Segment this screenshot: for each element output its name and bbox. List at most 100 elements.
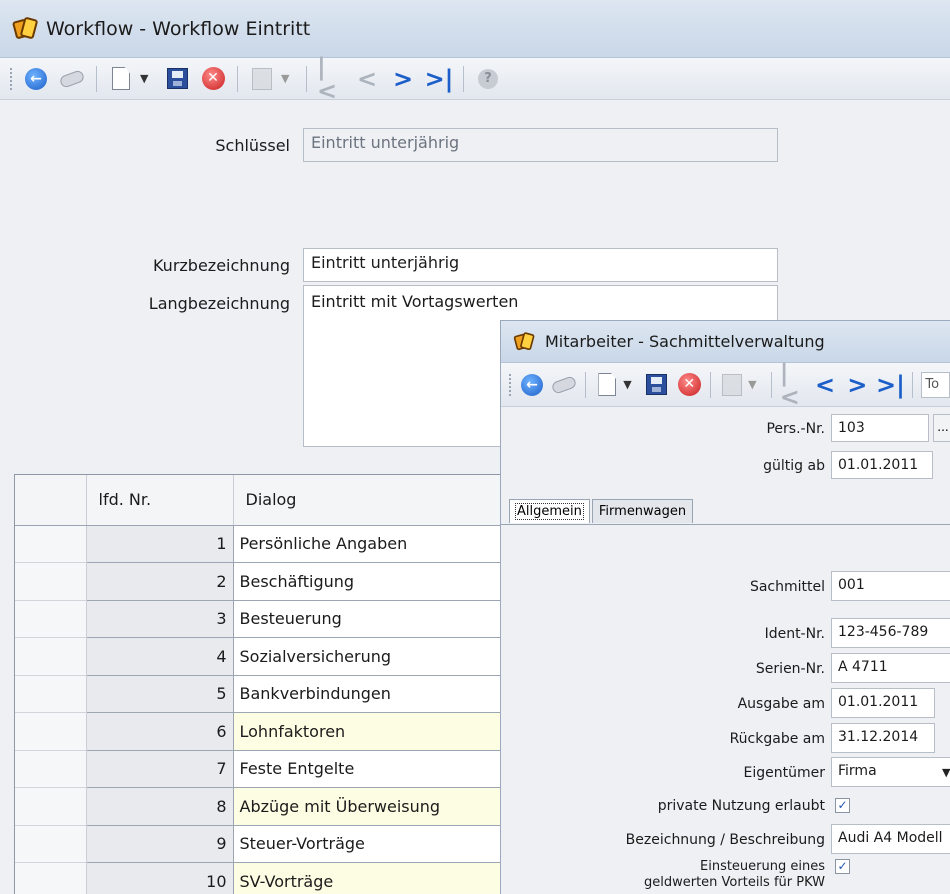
row-header[interactable] [15,637,87,676]
cancel-button[interactable]: ✕ [199,65,227,93]
first-record-button[interactable]: |< [317,55,345,103]
copy-button[interactable] [248,65,276,93]
help-icon: ? [478,68,498,89]
back-button[interactable]: ← [519,371,545,399]
copy-dropdown-button[interactable]: ▼ [281,65,296,93]
save-button[interactable] [644,371,670,399]
toolbar-separator [585,371,587,398]
save-disk-icon [646,374,668,395]
row-header[interactable] [15,825,87,863]
ausgabe-am-field[interactable]: 01.01.2011 [831,688,935,718]
gueltig-ab-label: gültig ab [763,458,825,474]
gueltig-ab-field[interactable]: 01.01.2011 [831,451,933,479]
toolbar-grip[interactable] [509,373,513,396]
app-icon [513,331,535,352]
row-nr-cell[interactable]: 5 [86,675,234,713]
schluessel-label: Schlüssel [215,136,290,155]
tab-allgemein[interactable]: Allgemein [509,499,590,523]
row-header[interactable] [15,562,87,601]
cancel-button[interactable]: ✕ [676,371,702,399]
column-header-nr[interactable]: lfd. Nr. [86,475,234,526]
help-button[interactable]: ? [474,65,502,93]
new-document-icon [598,373,617,396]
einsteuerung-label-line2: geldwerten Vorteils für PKW [643,875,825,890]
langbezeichnung-label: Langbezeichnung [148,294,290,313]
ident-nr-field[interactable]: 123-456-789 [831,618,950,648]
tab-firmenwagen-label: Firmenwagen [598,504,687,519]
new-dropdown-button[interactable]: ▼ [140,65,155,93]
row-header[interactable] [15,600,87,638]
toolbar-separator [770,371,772,398]
einsteuerung-checkbox[interactable]: ✓ [835,859,850,874]
row-header[interactable] [15,712,87,751]
row-header[interactable] [15,750,87,788]
tab-panel-allgemein: Sachmittel 001 Ident-Nr. 123-456-789 Ser… [501,524,950,894]
row-nr-cell[interactable]: 9 [86,825,234,863]
kurzbezeichnung-field[interactable]: Eintritt unterjährig [303,248,778,282]
erase-button[interactable] [550,371,578,399]
row-nr-cell[interactable]: 6 [86,712,234,751]
eigentuemer-select[interactable]: Firma ▼ [831,757,950,787]
row-nr-cell[interactable]: 3 [86,600,234,638]
tab-allgemein-label: Allgemein [515,503,584,520]
row-header[interactable] [15,862,87,894]
row-nr-cell[interactable]: 7 [86,750,234,788]
next-record-button[interactable]: > [389,65,417,93]
toolbar-separator [710,371,712,398]
bezeichnung-field[interactable]: Audi A4 Modell [831,824,950,854]
persnr-field[interactable]: 103 [831,414,929,442]
sachmittel-titlebar[interactable]: Mitarbeiter - Sachmittelverwaltung [501,321,950,363]
row-nr-cell[interactable]: 1 [86,525,234,563]
back-button[interactable]: ← [22,65,50,93]
back-arrow-icon: ← [521,373,543,396]
private-nutzung-label: private Nutzung erlaubt [657,798,825,814]
schluessel-field[interactable]: Eintritt unterjährig [303,128,778,162]
rueckgabe-am-field[interactable]: 31.12.2014 [831,723,935,753]
tab-firmenwagen[interactable]: Firmenwagen [591,499,694,523]
last-icon: >| [876,370,905,399]
sachmittel-field[interactable]: 001 [831,571,950,601]
serien-nr-field[interactable]: A 4711 [831,653,950,683]
save-button[interactable] [163,65,191,93]
workflow-titlebar[interactable]: Workflow - Workflow Eintritt [0,0,950,58]
private-nutzung-checkbox[interactable]: ✓ [835,798,850,813]
last-record-button[interactable]: >| [876,370,905,399]
row-header[interactable] [15,787,87,826]
previous-record-button[interactable]: < [353,65,381,93]
workflow-toolbar: ← ▼ ✕ ▼ |< < > >| ? [0,55,950,103]
einsteuerung-label: Einsteuerung eines geldwerten Vorteils f… [561,859,825,891]
row-nr-cell[interactable]: 8 [86,787,234,826]
ident-nr-label: Ident-Nr. [764,626,825,642]
next-record-button[interactable]: > [844,371,870,399]
grid-corner-header[interactable] [15,475,87,526]
toolbar-separator [463,65,464,92]
first-record-button[interactable]: |< [780,361,806,409]
previous-icon: < [815,370,836,399]
row-nr-cell[interactable]: 4 [86,637,234,676]
last-record-button[interactable]: >| [425,65,454,93]
eraser-icon [58,68,86,89]
first-icon: |< [317,52,338,105]
next-icon: > [392,64,414,93]
previous-record-button[interactable]: < [812,371,838,399]
row-header[interactable] [15,675,87,713]
erase-button[interactable] [58,65,86,93]
toolbar-grip[interactable] [10,67,14,90]
save-disk-icon [166,68,188,89]
cancel-icon: ✕ [677,373,701,396]
row-nr-cell[interactable]: 10 [86,862,234,894]
chevron-down-icon: ▼ [748,378,757,391]
toolbar-separator [96,65,97,92]
new-dropdown-button[interactable]: ▼ [623,371,638,399]
row-header[interactable] [15,525,87,563]
copy-dropdown-button[interactable]: ▼ [748,371,763,399]
chevron-down-icon: ▼ [281,72,290,85]
toolbar-text-field[interactable]: To [921,371,950,398]
row-nr-cell[interactable]: 2 [86,562,234,601]
copy-icon [252,67,272,90]
persnr-lookup-button[interactable]: ... [933,414,950,442]
chevron-down-icon: ▼ [140,72,149,85]
copy-button[interactable] [719,371,745,399]
new-button[interactable] [594,371,620,399]
new-button[interactable] [107,65,135,93]
